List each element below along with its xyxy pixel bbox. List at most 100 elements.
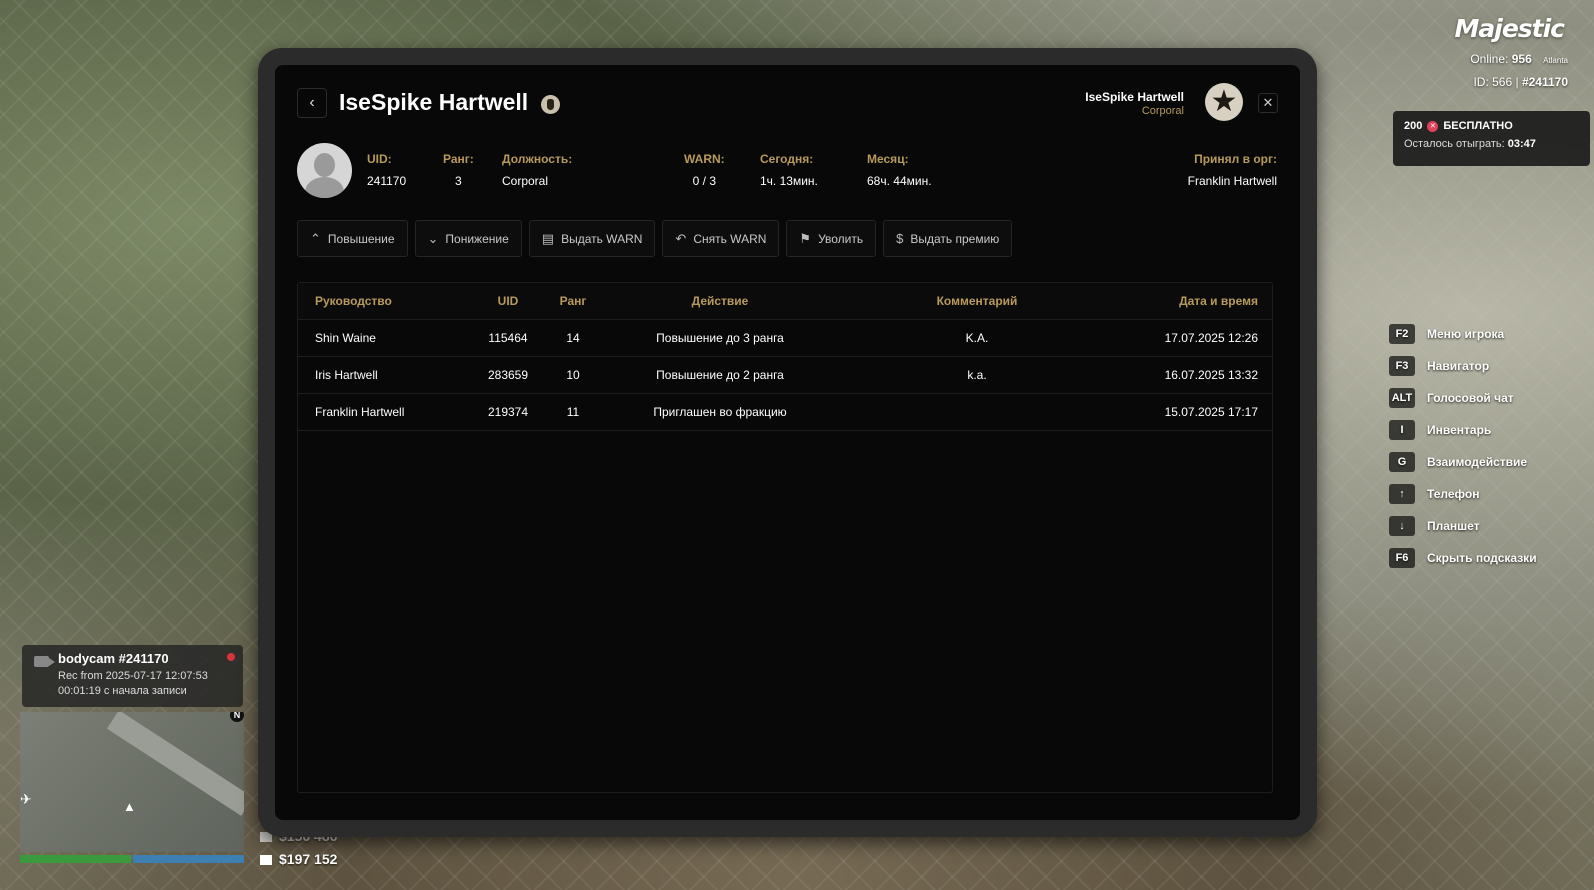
- cell-rank: 10: [566, 368, 580, 382]
- hint-label: Телефон: [1427, 487, 1480, 501]
- close-icon: ✕: [1262, 95, 1274, 110]
- cell-datetime: 16.07.2025 13:32: [1164, 368, 1258, 382]
- close-button[interactable]: ✕: [1258, 93, 1278, 113]
- undo-icon: ↶: [675, 230, 687, 246]
- month-label: Месяц:: [867, 152, 909, 166]
- server-name: Atlanta: [1543, 56, 1568, 65]
- demote-button[interactable]: ⌄ Понижение: [414, 220, 522, 257]
- faction-star-icon: ★: [1205, 83, 1243, 121]
- hint-key: F3: [1389, 356, 1415, 376]
- today-label: Сегодня:: [760, 152, 814, 166]
- info-warn: WARN: 0 / 3: [684, 152, 725, 188]
- col-header-rank: Ранг: [559, 294, 587, 308]
- hint-label: Голосовой чат: [1427, 391, 1514, 405]
- today-value: 1ч. 13мин.: [760, 174, 818, 188]
- hint-label: Планшет: [1427, 519, 1480, 533]
- minimap: N ✈ ▲: [20, 712, 244, 852]
- remove-warn-label: Снять WARN: [693, 231, 767, 246]
- hint-player-menu: F2 Меню игрока: [1389, 318, 1564, 350]
- position-label: Должность:: [502, 152, 573, 166]
- col-header-leadership: Руководство: [315, 294, 392, 308]
- warn-value: 0 / 3: [692, 174, 717, 188]
- promo-banner: 200 ✕ БЕСПЛАТНО Осталось отыграть: 03:47: [1393, 111, 1590, 166]
- cell-action: Повышение до 3 ранга: [656, 331, 784, 345]
- dismiss-label: Уволить: [818, 231, 864, 246]
- accepted-label: Принял в орг:: [1194, 152, 1277, 166]
- hint-key: ↑: [1389, 484, 1415, 504]
- cell-datetime: 17.07.2025 12:26: [1164, 331, 1258, 345]
- user-profile-icon[interactable]: [541, 95, 560, 114]
- remove-warn-button[interactable]: ↶ Снять WARN: [662, 220, 780, 257]
- promo-badge-icon: ✕: [1427, 120, 1439, 132]
- chevron-down-icon: ⌄: [427, 230, 439, 246]
- info-rank: Ранг: 3: [443, 152, 474, 188]
- cash-money-value: $197 152: [279, 851, 338, 867]
- hint-key: G: [1389, 452, 1415, 472]
- uid-label: UID:: [367, 152, 392, 166]
- issue-warn-button[interactable]: ▤ Выдать WARN: [528, 220, 656, 257]
- give-bonus-button[interactable]: $ Выдать премию: [883, 220, 1013, 257]
- cell-uid: 283659: [487, 368, 529, 382]
- col-header-uid: UID: [497, 294, 519, 308]
- col-header-action: Действие: [691, 294, 749, 308]
- key-hints: F2 Меню игрока F3 Навигатор ALT Голосовой ч…: [1389, 318, 1564, 574]
- hint-key: ↓: [1389, 516, 1415, 536]
- hint-key: F2: [1389, 324, 1415, 344]
- armor-bar: [133, 855, 244, 863]
- recording-dot-icon: [227, 653, 235, 661]
- give-bonus-label: Выдать премию: [910, 231, 1000, 246]
- history-table: Руководство UID Ранг Действие Комментари…: [297, 282, 1273, 793]
- brand-logo: Majestic: [1454, 14, 1565, 43]
- cell-uid: 219374: [487, 405, 529, 419]
- back-button[interactable]: ‹: [297, 88, 327, 118]
- issue-warn-label: Выдать WARN: [561, 231, 643, 246]
- avatar: [297, 143, 352, 198]
- promo-label: БЕСПЛАТНО: [1443, 120, 1513, 132]
- rank-value: 3: [455, 174, 462, 188]
- cell-leader: Franklin Hartwell: [315, 405, 405, 419]
- table-row: Shin Waine 115464 14 Повышение до 3 ранг…: [298, 320, 1272, 357]
- bodycam-title: bodycam #241170: [58, 651, 169, 666]
- cell-action: Приглашен во фракцию: [653, 405, 787, 419]
- cell-comment: k.a.: [967, 368, 987, 382]
- dismiss-button[interactable]: ⚑ Уволить: [786, 220, 877, 257]
- info-month: Месяц: 68ч. 44мин.: [867, 152, 932, 188]
- cell-uid: 115464: [488, 331, 528, 345]
- airport-icon: ✈: [20, 791, 32, 807]
- hint-tablet: ↓ Планшет: [1389, 510, 1564, 542]
- month-value: 68ч. 44мин.: [867, 174, 932, 188]
- document-warn-icon: ▤: [541, 230, 555, 246]
- bodycam-rec-from: Rec from 2025-07-17 12:07:53: [58, 670, 208, 682]
- info-uid: UID: 241170: [367, 152, 406, 188]
- hint-label: Инвентарь: [1427, 423, 1492, 437]
- info-position: Должность: Corporal: [502, 152, 572, 188]
- hint-key: ALT: [1389, 388, 1415, 408]
- coin-icon: $: [896, 231, 904, 246]
- cell-leader: Shin Waine: [315, 331, 376, 345]
- hint-navigator: F3 Навигатор: [1389, 350, 1564, 382]
- wallet-icon: [260, 855, 272, 866]
- promote-button[interactable]: ⌃ Повышение: [297, 220, 408, 257]
- cell-action: Повышение до 2 ранга: [656, 368, 784, 382]
- hint-phone: ↑ Телефон: [1389, 478, 1564, 510]
- player-id-line: ID: 566 | #241170: [1473, 75, 1568, 89]
- hint-key: F6: [1389, 548, 1415, 568]
- promo-remaining-label: Осталось отыграть:: [1404, 138, 1505, 150]
- north-icon: N: [230, 712, 244, 722]
- chevron-up-icon: ⌃: [310, 230, 321, 246]
- player-arrow-icon: ▲: [123, 799, 136, 814]
- online-count: 956: [1511, 52, 1532, 66]
- hint-label: Меню игрока: [1427, 327, 1505, 341]
- player-id-prefix: ID: 566 |: [1473, 75, 1519, 89]
- promote-label: Повышение: [327, 231, 395, 246]
- demote-label: Понижение: [445, 231, 509, 246]
- hint-label: Взаимодействие: [1427, 455, 1528, 469]
- warn-label: WARN:: [684, 152, 725, 166]
- promo-time: 03:47: [1507, 138, 1536, 150]
- uid-value: 241170: [367, 174, 407, 188]
- hint-label: Навигатор: [1427, 359, 1490, 373]
- table-row: Iris Hartwell 283659 10 Повышение до 2 р…: [298, 357, 1272, 394]
- table-row: Franklin Hartwell 219374 11 Приглашен во…: [298, 394, 1272, 431]
- page-title: IseSpike Hartwell: [339, 89, 529, 115]
- tablet-screen: ‹ IseSpike Hartwell IseSpike Hartwell Co…: [275, 65, 1300, 820]
